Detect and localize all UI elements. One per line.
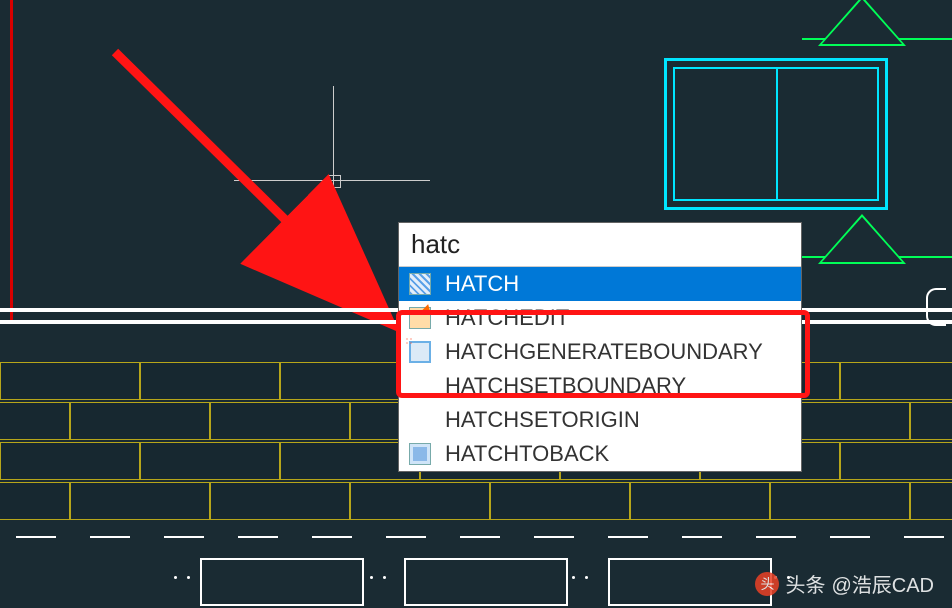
hatch-icon <box>409 273 431 295</box>
watermark-logo-icon: 头 <box>755 572 779 596</box>
blank-icon <box>409 409 431 431</box>
drawing-rect <box>608 558 772 606</box>
red-line <box>10 0 13 320</box>
suggestion-label: HATCHGENERATEBOUNDARY <box>445 339 763 365</box>
view-handle[interactable] <box>926 288 946 326</box>
drawing-rect <box>200 558 364 606</box>
command-input[interactable]: hatc <box>399 223 801 267</box>
command-autocomplete: hatc HATCH HATCHEDIT HATCHGENERATEBOUNDA… <box>398 222 802 472</box>
watermark: 头 头条 @浩辰CAD <box>755 569 934 598</box>
triangle-marker <box>818 0 906 40</box>
suggestion-label: HATCH <box>445 271 519 297</box>
suggestion-label: HATCHEDIT <box>445 305 569 331</box>
rect-row <box>200 558 772 606</box>
suggestion-label: HATCHSETORIGIN <box>445 407 640 433</box>
watermark-prefix: 头条 <box>785 569 825 598</box>
window-element <box>664 58 888 210</box>
dot-pair <box>174 576 190 579</box>
triangle-marker <box>818 214 906 258</box>
suggestion-item-hatch[interactable]: HATCH <box>399 267 801 301</box>
dot-pair <box>572 576 588 579</box>
dashed-line <box>0 536 952 538</box>
suggestion-item-hatchedit[interactable]: HATCHEDIT <box>399 301 801 335</box>
suggestion-item-hatchtoback[interactable]: HATCHTOBACK <box>399 437 801 471</box>
dot-pair <box>370 576 386 579</box>
annotation-arrow <box>105 42 405 342</box>
pickbox <box>328 175 341 188</box>
hatchtoback-icon <box>409 443 431 465</box>
suggestion-item-hatchgenerateboundary[interactable]: HATCHGENERATEBOUNDARY <box>399 335 801 369</box>
cad-viewport[interactable]: hatc HATCH HATCHEDIT HATCHGENERATEBOUNDA… <box>0 0 952 608</box>
drawing-rect <box>404 558 568 606</box>
suggestion-item-hatchsetorigin[interactable]: HATCHSETORIGIN <box>399 403 801 437</box>
hatchedit-icon <box>409 307 431 329</box>
suggestion-label: HATCHSETBOUNDARY <box>445 373 686 399</box>
watermark-handle: @浩辰CAD <box>831 569 934 598</box>
suggestion-label: HATCHTOBACK <box>445 441 609 467</box>
blank-icon <box>409 375 431 397</box>
hatchgenboundary-icon <box>409 341 431 363</box>
suggestion-item-hatchsetboundary[interactable]: HATCHSETBOUNDARY <box>399 369 801 403</box>
suggestion-list: HATCH HATCHEDIT HATCHGENERATEBOUNDARY HA… <box>399 267 801 471</box>
